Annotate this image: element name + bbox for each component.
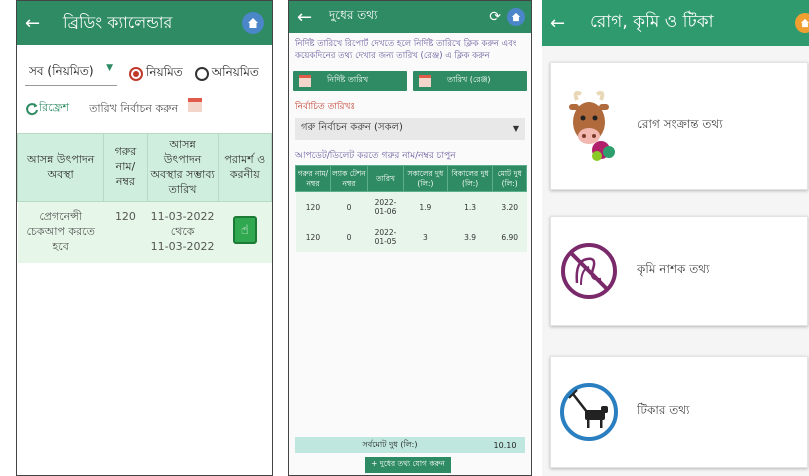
evening-milk-cell: 3.9 (447, 222, 493, 253)
vaccine-info-label: টিকার তথ্য (637, 403, 690, 417)
deworming-info-card[interactable]: কৃমি নাশক তথ্য (550, 216, 808, 326)
table-header: আসন্ন উৎপাদন অবস্থার সম্ভাব্য তারিখ (146, 132, 219, 203)
breeding-calendar-screen: ← ব্রিডিং ক্যালেন্ডার সব (নিয়মিত) ▼ নিয… (16, 0, 273, 476)
date-hint: নির্দিষ্ট তারিখে রিপোর্ট দেখতে হলে নির্দ… (295, 39, 517, 61)
vaccine-cow-icon (551, 380, 627, 444)
date-separator: থেকে (170, 225, 195, 239)
hand-pointer-icon: ☝ (240, 222, 249, 238)
lactation-cell: 0 (330, 191, 368, 223)
specific-date-label: নির্দিষ্ট তারিখ (327, 75, 369, 85)
date-select-button[interactable]: তারিখ নির্বাচন করুন (89, 98, 202, 119)
total-value: 10.10 (493, 440, 517, 450)
lactation-cell: 0 (330, 222, 368, 253)
table-row[interactable]: 120 0 2022-01-05 3 3.9 6.90 (295, 222, 527, 253)
back-arrow-icon[interactable]: ← (297, 7, 323, 28)
filter-select[interactable]: সব (নিয়মিত) ▼ (25, 61, 117, 86)
date-button-row: নির্দিষ্ট তারিখ তারিখ (রেঞ্জ) (289, 69, 531, 93)
refresh-label: রিফ্রেশ (39, 101, 70, 114)
calendar-icon (187, 98, 202, 112)
chevron-down-icon: ▼ (106, 63, 113, 73)
table-header: মোট দুধ (লি:) (492, 164, 527, 193)
disease-appbar: ← রোগ, কৃমি ও টিকা (542, 0, 809, 46)
no-worm-icon (551, 239, 627, 303)
breeding-appbar: ← ব্রিডিং ক্যালেন্ডার (17, 1, 272, 45)
radio-irregular[interactable]: অনিয়মিত (194, 64, 259, 84)
calendar-icon (299, 74, 311, 87)
table-header: গরুর নাম/ নম্বর (295, 164, 331, 193)
date-cell: 2022-01-05 (367, 222, 404, 253)
radio-irregular-label: অনিয়মিত (211, 64, 259, 79)
advice-cell: ☝ (218, 201, 272, 263)
disease-info-label: রোগ সংক্রান্ত তথ্য (637, 117, 723, 131)
disease-info-card[interactable]: রোগ সংক্রান্ত তথ্য (550, 62, 808, 190)
filter-select-value: সব (নিয়মিত) (29, 64, 94, 78)
radio-regular-label: নিয়মিত (146, 64, 183, 79)
range-date-button[interactable]: তারিখ (রেঞ্জ) (413, 70, 527, 91)
milk-table: গরুর নাম/ নম্বর ল্যাক টেশন নম্বর তারিখ স… (295, 164, 527, 253)
home-icon[interactable] (242, 12, 264, 34)
home-icon[interactable] (507, 8, 525, 26)
total-label: সর্বমোট দুধ (লি:) (362, 439, 418, 449)
date-from: 11-03-2022 (150, 210, 215, 224)
advice-button[interactable]: ☝ (232, 216, 257, 245)
status-cell: প্রেগনেন্সী চেকআপ করতে হবে (17, 201, 104, 263)
refresh-button[interactable]: রিফ্রেশ (25, 99, 69, 118)
milk-info-screen: ← দুধের তথ্য ⟳ নির্দিষ্ট তারিখে রিপোর্ট … (288, 0, 532, 476)
table-header: গরুর নাম/ নম্বর (103, 132, 148, 203)
radio-regular[interactable]: নিয়মিত (129, 64, 183, 84)
morning-milk-cell: 1.9 (403, 191, 448, 223)
date-cell: 2022-01-06 (367, 191, 404, 223)
page-title: রোগ, কৃমি ও টিকা (590, 12, 714, 32)
date-cell: 11-03-2022 থেকে 11-03-2022 (147, 201, 219, 263)
back-arrow-icon[interactable]: ← (550, 13, 576, 34)
page-title: ব্রিডিং ক্যালেন্ডার (63, 12, 173, 32)
disease-screen: ← রোগ, কৃমি ও টিকা রোগ সংক্রান্ত তথ্য কৃ… (542, 0, 809, 476)
table-header: আসন্ন উৎপাদন অবস্থা (17, 132, 105, 203)
tool-row: রিফ্রেশ তারিখ নির্বাচন করুন (17, 92, 272, 125)
milk-appbar: ← দুধের তথ্য ⟳ (289, 1, 531, 33)
date-select-label: তারিখ নির্বাচন করুন (89, 102, 179, 115)
total-milk-cell: 6.90 (492, 222, 527, 253)
table-header: পরামর্শ ও করনীয় (217, 132, 272, 203)
date-to: 11-03-2022 (150, 240, 215, 254)
evening-milk-cell: 1.3 (447, 191, 493, 223)
refresh-icon[interactable]: ⟳ (489, 9, 501, 25)
update-hint: আপডেট/ডিলেট করতে গরুর নাম/নম্বর চাপুন (295, 150, 456, 161)
home-icon[interactable] (795, 13, 809, 33)
table-header: তারিখ (367, 164, 404, 193)
selected-date-label: নির্বাচিত তারিখঃ (295, 101, 356, 112)
filter-row: সব (নিয়মিত) ▼ নিয়মিত অনিয়মিত (17, 45, 272, 92)
table-row: প্রেগনেন্সী চেকআপ করতে হবে 120 11-03-202… (17, 201, 272, 263)
calendar-icon (419, 74, 431, 87)
cow-id-cell[interactable]: 120 (295, 191, 331, 223)
page-title: দুধের তথ্য (329, 8, 378, 22)
table-header: সকালের দুধ (লি:) (402, 164, 448, 193)
radio-unchecked-icon (194, 66, 209, 81)
cow-select-value: গরু নির্বাচন করুন (সকল) (301, 122, 403, 134)
breeding-table: আসন্ন উৎপাদন অবস্থা গরুর নাম/ নম্বর আসন্… (17, 132, 272, 263)
cow-select-dropdown[interactable]: গরু নির্বাচন করুন (সকল) ▼ (295, 117, 525, 140)
back-arrow-icon[interactable]: ← (25, 13, 51, 34)
cow-id-cell[interactable]: 120 (295, 222, 331, 253)
table-header: বিকালের দুধ (লি:) (446, 164, 494, 193)
vaccine-info-card[interactable]: টিকার তথ্য (550, 356, 808, 468)
refresh-icon (26, 102, 38, 115)
cow-id-cell: 120 (103, 201, 148, 263)
table-row[interactable]: 120 0 2022-01-06 1.9 1.3 3.20 (295, 191, 527, 223)
add-milk-button[interactable]: + দুধের তথ্য যোগ করুন (365, 457, 451, 473)
specific-date-button[interactable]: নির্দিষ্ট তারিখ (293, 70, 407, 91)
range-date-label: তারিখ (রেঞ্জ) (447, 75, 491, 85)
table-header: ল্যাক টেশন নম্বর (329, 164, 369, 193)
total-milk-cell: 3.20 (492, 191, 527, 223)
deworming-info-label: কৃমি নাশক তথ্য (637, 262, 710, 276)
radio-checked-icon (129, 66, 143, 81)
total-bar: সর্বমোট দুধ (লি:) 10.10 (295, 437, 525, 453)
sick-cow-icon (551, 86, 627, 166)
caret-down-icon: ▼ (512, 124, 519, 134)
morning-milk-cell: 3 (403, 222, 448, 253)
